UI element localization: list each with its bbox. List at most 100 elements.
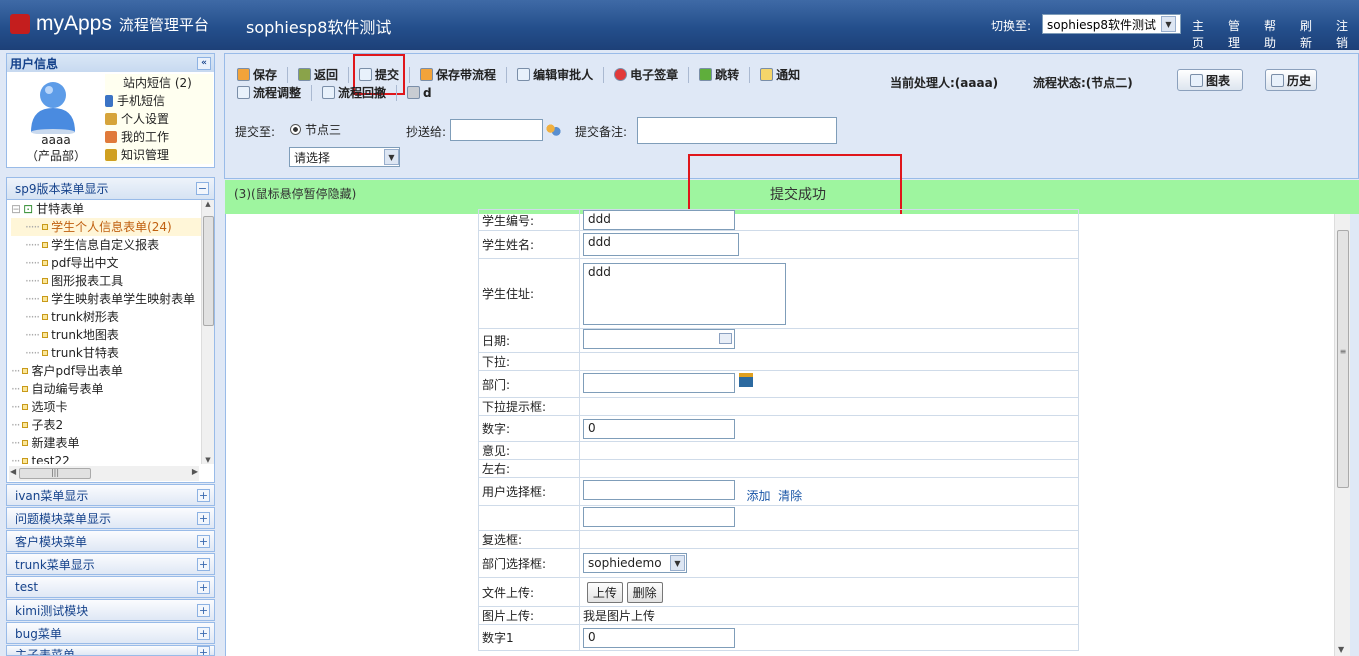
tree-node-label: 自动编号表单 xyxy=(31,382,104,396)
department-select[interactable]: sophiedemo ▼ xyxy=(583,553,687,573)
expand-plus-icon[interactable]: + xyxy=(197,488,210,502)
user-menu-messages[interactable]: 站内短信 (2) xyxy=(105,74,213,92)
number-input[interactable]: 0 xyxy=(583,418,735,439)
collapse-minus-icon[interactable]: − xyxy=(196,182,209,195)
user-menu-knowledge[interactable]: 知识管理 xyxy=(105,146,213,164)
admin-link[interactable]: 管理 xyxy=(1228,17,1251,51)
collapse-icon[interactable]: « xyxy=(197,56,211,70)
cc-input[interactable] xyxy=(450,119,543,141)
tree-horizontal-scrollbar[interactable]: ◀ ||| ▶ xyxy=(9,466,199,481)
tree-node[interactable]: ····· trunk甘特表 xyxy=(11,344,201,362)
expand-plus-icon[interactable]: + xyxy=(197,557,210,571)
building-icon[interactable] xyxy=(738,372,753,387)
expand-plus-icon[interactable]: + xyxy=(197,603,210,617)
refresh-link[interactable]: 刷新 xyxy=(1300,17,1323,51)
edit-approver-button[interactable]: 编辑审批人 xyxy=(517,66,593,83)
expand-plus-icon[interactable]: + xyxy=(197,511,210,525)
flow-adjust-button[interactable]: 流程调整 xyxy=(237,84,301,101)
flow-withdraw-button[interactable]: 流程回撤 xyxy=(322,84,386,101)
menu-section[interactable]: kimi测试模块 + xyxy=(6,599,215,621)
department-input[interactable] xyxy=(583,372,735,393)
tree-node[interactable]: ··· 子表2 xyxy=(11,416,201,434)
help-link[interactable]: 帮助 xyxy=(1264,17,1287,51)
delete-button[interactable]: 删除 xyxy=(626,581,663,603)
notify-button[interactable]: 通知 xyxy=(760,66,800,83)
tree-node[interactable]: ··· 自动编号表单 xyxy=(11,380,201,398)
tree-node[interactable]: ··· test22 xyxy=(11,452,201,464)
menu-section[interactable]: 客户模块菜单 + xyxy=(6,530,215,552)
field-label: 用户选择框: xyxy=(478,477,580,506)
tree-node-root[interactable]: ⊟ ⊡ 甘特表单 xyxy=(11,200,201,218)
date-input[interactable] xyxy=(583,329,735,349)
save-button[interactable]: 保存 xyxy=(237,66,277,83)
upload-button[interactable]: 上传 xyxy=(586,581,623,603)
menu-section[interactable]: ivan菜单显示 + xyxy=(6,484,215,506)
seal-icon xyxy=(614,68,628,81)
address-textarea[interactable]: ddd xyxy=(583,262,786,325)
remark-textarea[interactable] xyxy=(637,117,837,144)
menu-section[interactable]: 问题模块菜单显示 + xyxy=(6,507,215,529)
form-icon xyxy=(42,278,49,284)
return-to-select[interactable]: 请选择 ▼ xyxy=(289,147,400,167)
tree-hscroll-thumb[interactable]: ||| xyxy=(19,468,91,479)
tree-node[interactable]: ····· trunk地图表 xyxy=(11,326,201,344)
scroll-down-icon[interactable]: ▼ xyxy=(1338,645,1344,654)
scroll-down-icon[interactable]: ▼ xyxy=(202,456,214,464)
home-link[interactable]: 主页 xyxy=(1192,17,1215,51)
user-menu-settings[interactable]: 个人设置 xyxy=(105,110,213,128)
save-with-flow-button[interactable]: 保存带流程 xyxy=(420,66,496,83)
menu-section[interactable]: trunk菜单显示 + xyxy=(6,553,215,575)
clear-link[interactable]: 清除 xyxy=(778,489,802,503)
logout-link[interactable]: 注销 xyxy=(1336,17,1359,51)
e-signature-button[interactable]: 电子签章 xyxy=(614,66,678,83)
content-scrollbar[interactable]: ≡ ▼ xyxy=(1334,214,1350,656)
scroll-right-icon[interactable]: ▶ xyxy=(192,467,198,476)
application-switch-select[interactable]: sophiesp8软件测试 ▼ xyxy=(1042,14,1181,34)
expand-plus-icon[interactable]: + xyxy=(197,580,210,594)
content-scroll-thumb[interactable]: ≡ xyxy=(1337,230,1349,488)
field-cell xyxy=(579,352,1079,371)
tree-panel-header[interactable]: sp9版本菜单显示 − xyxy=(7,178,214,200)
tree-node[interactable]: ····· 学生信息自定义报表 xyxy=(11,236,201,254)
tree-node[interactable]: ··· 选项卡 xyxy=(11,398,201,416)
student-name-input[interactable]: ddd xyxy=(583,233,739,256)
node-radio[interactable]: 节点三 xyxy=(290,121,341,138)
tree-node-label: 学生个人信息表单(24) xyxy=(51,220,172,234)
jump-button[interactable]: 跳转 xyxy=(699,66,739,83)
tree-expander-icon[interactable]: ⊟ xyxy=(11,200,21,218)
tree-vertical-scrollbar[interactable]: ▲ ▼ xyxy=(201,200,214,464)
tree-node[interactable]: ····· 图形报表工具 xyxy=(11,272,201,290)
tree-scroll-thumb[interactable] xyxy=(203,216,214,326)
add-link[interactable]: 添加 xyxy=(746,489,770,503)
form-row: 学生姓名: ddd xyxy=(478,230,1079,259)
expand-plus-icon[interactable]: + xyxy=(197,534,210,548)
user-select-display-input[interactable] xyxy=(583,506,735,527)
user-picker-icon[interactable] xyxy=(545,123,561,137)
chart-button[interactable]: 图表 xyxy=(1177,69,1243,91)
tree-node[interactable]: ··· 客户pdf导出表单 xyxy=(11,362,201,380)
user-menu-sms[interactable]: 手机短信 xyxy=(105,92,213,110)
student-no-input[interactable]: ddd xyxy=(583,210,735,230)
user-menu-my-work[interactable]: 我的工作 xyxy=(105,128,213,146)
print-button[interactable]: d xyxy=(407,86,432,100)
number1-input[interactable]: 0 xyxy=(583,627,735,648)
scroll-up-icon[interactable]: ▲ xyxy=(202,200,214,208)
scroll-left-icon[interactable]: ◀ xyxy=(10,467,16,476)
calendar-icon[interactable] xyxy=(719,333,732,344)
user-menu-label: 个人设置 xyxy=(121,112,170,126)
form-icon xyxy=(42,314,49,320)
user-select-input[interactable] xyxy=(583,479,735,500)
tree-node[interactable]: ····· pdf导出中文 xyxy=(11,254,201,272)
menu-section[interactable]: test + xyxy=(6,576,215,598)
tree-node[interactable]: ····· trunk树形表 xyxy=(11,308,201,326)
back-button[interactable]: 返回 xyxy=(298,66,338,83)
history-button[interactable]: 历史 xyxy=(1265,69,1317,91)
expand-plus-icon[interactable]: + xyxy=(197,626,210,640)
tree-node[interactable]: ····· 学生个人信息表单(24) xyxy=(11,218,201,236)
menu-section[interactable]: 主子表菜单 + xyxy=(6,645,215,656)
field-label: 日期: xyxy=(478,328,580,353)
tree-node[interactable]: ····· 学生映射表单学生映射表单 xyxy=(11,290,201,308)
menu-section[interactable]: bug菜单 + xyxy=(6,622,215,644)
tree-node[interactable]: ··· 新建表单 xyxy=(11,434,201,452)
expand-plus-icon[interactable]: + xyxy=(197,646,210,655)
